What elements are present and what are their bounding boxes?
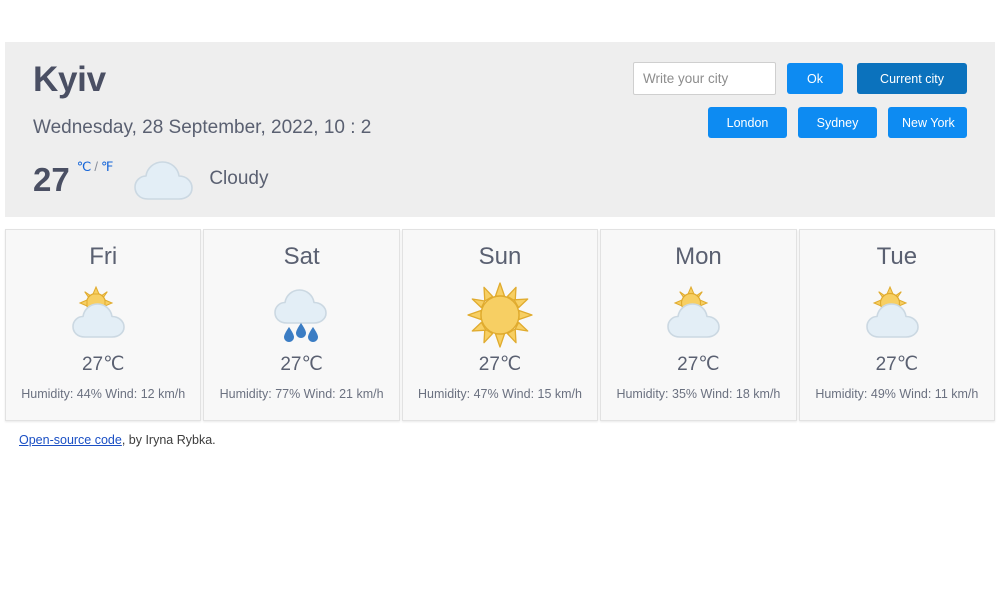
weather-app: Kyiv Wednesday, 28 September, 2022, 10 :… bbox=[5, 42, 996, 447]
celsius-link[interactable]: ℃ bbox=[77, 159, 92, 174]
forecast-list: Fri 27℃ Humidity: 44% Wind: 12 km/h Sat … bbox=[5, 229, 996, 422]
forecast-day: Fri bbox=[89, 243, 118, 271]
cloud-icon bbox=[133, 155, 195, 203]
current-conditions-row: 27 ℃ / ℉ Cloudy bbox=[33, 155, 967, 203]
sun-icon bbox=[455, 279, 545, 349]
forecast-card-tue[interactable]: Tue 27℃ Humidity: 49% Wind: 11 km/h bbox=[798, 229, 996, 422]
forecast-day: Tue bbox=[876, 243, 918, 271]
current-condition-text: Cloudy bbox=[209, 168, 269, 190]
forecast-card-mon[interactable]: Mon 27℃ Humidity: 35% Wind: 18 km/h bbox=[600, 229, 797, 422]
forecast-meta: Humidity: 35% Wind: 18 km/h bbox=[616, 386, 781, 401]
fahrenheit-link[interactable]: ℉ bbox=[101, 159, 113, 174]
forecast-meta: Humidity: 49% Wind: 11 km/h bbox=[815, 386, 979, 401]
search-input[interactable] bbox=[633, 62, 776, 95]
current-weather-panel: Kyiv Wednesday, 28 September, 2022, 10 :… bbox=[5, 42, 995, 218]
forecast-temp: 27℃ bbox=[875, 353, 919, 375]
city-controls: Ok Current city London Sydney New York bbox=[633, 62, 967, 138]
footer-credit: , by Iryna Rybka. bbox=[121, 433, 216, 448]
footer: Open-source code, by Iryna Rybka. bbox=[5, 421, 995, 447]
forecast-day: Sat bbox=[283, 243, 320, 271]
unit-separator: / bbox=[94, 159, 98, 175]
forecast-meta: Humidity: 77% Wind: 21 km/h bbox=[219, 386, 384, 401]
search-row: Ok Current city bbox=[633, 62, 967, 95]
city-button-london[interactable]: London bbox=[708, 107, 787, 138]
sun-behind-cloud-icon bbox=[653, 279, 743, 349]
current-temperature: 27 bbox=[33, 160, 70, 198]
city-button-new-york[interactable]: New York bbox=[888, 107, 967, 138]
forecast-temp: 27℃ bbox=[280, 353, 323, 375]
forecast-meta: Humidity: 44% Wind: 12 km/h bbox=[21, 386, 186, 401]
sun-behind-cloud-icon bbox=[58, 279, 148, 349]
forecast-temp: 27℃ bbox=[81, 353, 125, 375]
ok-button[interactable]: Ok bbox=[787, 63, 843, 94]
sun-behind-cloud-icon bbox=[852, 279, 942, 349]
open-source-link[interactable]: Open-source code bbox=[19, 433, 122, 447]
forecast-card-sat[interactable]: Sat 27℃ Humidity: 77% Wind: 21 km/h bbox=[203, 229, 400, 422]
city-button-sydney[interactable]: Sydney bbox=[798, 107, 877, 138]
forecast-day: Mon bbox=[675, 243, 722, 271]
forecast-temp: 27℃ bbox=[478, 353, 522, 375]
current-city-button[interactable]: Current city bbox=[857, 63, 967, 94]
forecast-card-fri[interactable]: Fri 27℃ Humidity: 44% Wind: 12 km/h bbox=[5, 229, 202, 422]
forecast-meta: Humidity: 47% Wind: 15 km/h bbox=[418, 386, 582, 401]
unit-toggle: ℃ / ℉ bbox=[77, 159, 114, 175]
forecast-day: Sun bbox=[478, 243, 522, 271]
rain-cloud-icon bbox=[257, 279, 347, 349]
forecast-card-sun[interactable]: Sun 27℃ Humidity: 47% Wind: 15 km/h bbox=[401, 229, 599, 422]
forecast-temp: 27℃ bbox=[677, 353, 720, 375]
quick-city-row: London Sydney New York bbox=[633, 107, 967, 138]
